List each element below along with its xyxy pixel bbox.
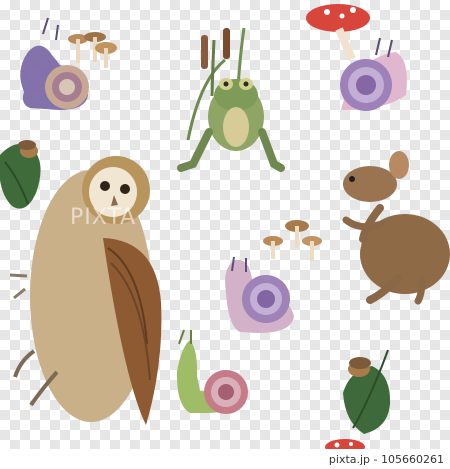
mouse-illustration xyxy=(342,151,450,305)
snail-with-mushrooms-center xyxy=(225,220,322,333)
snail-bottom-center xyxy=(176,329,248,414)
snail-with-mushrooms-top-left xyxy=(20,17,117,110)
credit-text: pixta.jp - 105660261 xyxy=(328,453,444,466)
footer-bar: pixta.jp - 105660261 xyxy=(0,449,450,469)
acorn-bottom-right xyxy=(348,357,371,377)
amanita-and-snail-top-right xyxy=(306,4,407,111)
frog-with-reeds xyxy=(177,27,285,172)
seamless-pattern-artwork xyxy=(0,4,450,455)
